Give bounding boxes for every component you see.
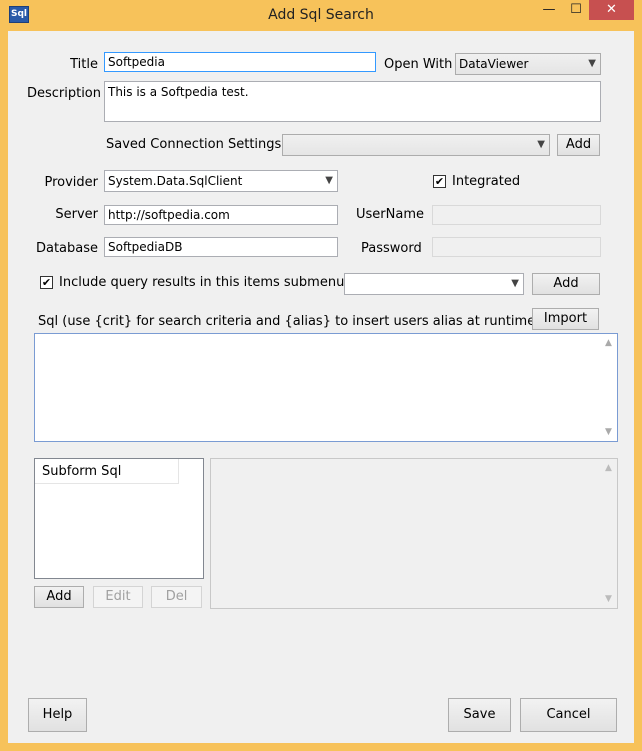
cancel-button[interactable]: Cancel [520,698,617,732]
minimize-icon[interactable]: — [536,0,562,20]
subform-edit-button[interactable]: Edit [93,586,143,608]
subform-list[interactable]: Subform Sql [34,458,204,579]
saved-connection-add-button[interactable]: Add [557,134,600,156]
username-label: UserName [356,207,424,222]
password-label: Password [361,241,422,256]
save-button[interactable]: Save [448,698,511,732]
help-button[interactable]: Help [28,698,87,732]
password-input[interactable] [432,237,601,257]
subform-add-button[interactable]: Add [34,586,84,608]
sql-scrollbar[interactable]: ▲ ▼ [600,334,617,441]
scroll-up-icon[interactable]: ▲ [600,463,617,473]
username-input[interactable] [432,205,601,225]
subform-column-label: Subform Sql [42,464,122,479]
description-input[interactable]: This is a Softpedia test. [104,81,601,122]
open-with-label: Open With [384,57,453,72]
subform-del-button[interactable]: Del [151,586,202,608]
description-label: Description [26,86,101,101]
dialog-window: Sql Add Sql Search — ☐ ✕ Title Softpedia… [0,0,642,751]
title-input[interactable]: Softpedia [104,52,376,72]
subform-column-header[interactable]: Subform Sql [35,459,179,484]
include-results-label: Include query results in this items subm… [59,275,345,290]
scroll-down-icon[interactable]: ▼ [600,427,617,437]
integrated-checkbox[interactable]: ✔ [433,175,446,188]
database-input[interactable]: SoftpediaDB [104,237,338,257]
saved-connection-select[interactable]: ▼ [282,134,550,156]
title-label: Title [70,57,98,72]
chevron-down-icon: ▼ [537,139,545,150]
server-input[interactable]: http://softpedia.com [104,205,338,225]
sql-textarea[interactable]: ▲ ▼ [34,333,618,442]
database-label: Database [35,241,98,256]
import-button[interactable]: Import [532,308,599,330]
open-with-select[interactable]: DataViewer ▼ [455,53,601,75]
submenu-select[interactable]: ▼ [344,273,524,295]
subform-sql-scrollbar[interactable]: ▲ ▼ [600,459,617,608]
saved-connection-label: Saved Connection Settings [106,137,282,152]
server-label: Server [55,207,98,222]
provider-select[interactable]: System.Data.SqlClient ▼ [104,170,338,192]
include-results-checkbox[interactable]: ✔ [40,276,53,289]
close-icon[interactable]: ✕ [589,0,634,20]
title-bar[interactable]: Sql Add Sql Search — ☐ ✕ [0,0,642,30]
chevron-down-icon: ▼ [325,175,333,186]
maximize-icon[interactable]: ☐ [563,0,589,20]
provider-label: Provider [44,175,98,190]
open-with-value: DataViewer [459,57,529,71]
scroll-up-icon[interactable]: ▲ [600,338,617,348]
integrated-label: Integrated [452,174,521,189]
subform-sql-textarea[interactable]: ▲ ▼ [210,458,618,609]
chevron-down-icon: ▼ [588,58,596,69]
chevron-down-icon: ▼ [511,278,519,289]
dialog-body: Title Softpedia Open With DataViewer ▼ D… [8,31,634,743]
sql-label: Sql (use {crit} for search criteria and … [38,314,541,329]
submenu-add-button[interactable]: Add [532,273,600,295]
provider-value: System.Data.SqlClient [108,174,243,188]
scroll-down-icon[interactable]: ▼ [600,594,617,604]
